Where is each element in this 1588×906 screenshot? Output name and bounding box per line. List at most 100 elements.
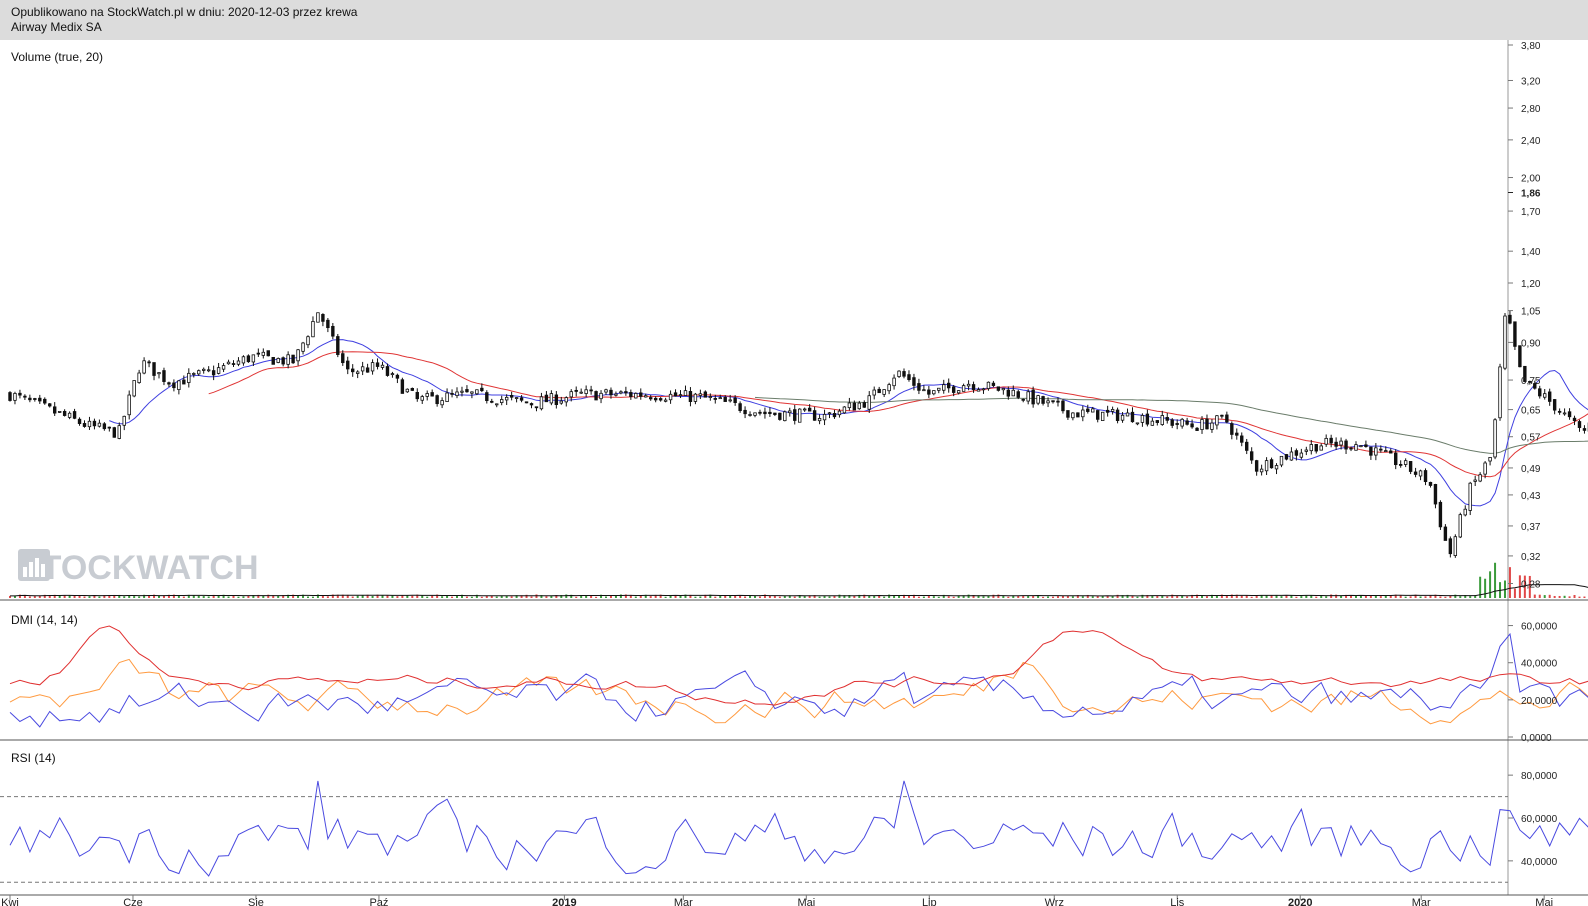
candle-body — [1538, 388, 1542, 397]
candle-body — [649, 397, 653, 400]
candle-body — [187, 372, 191, 383]
candle — [102, 422, 107, 431]
candle — [549, 390, 554, 406]
candle-body — [847, 402, 852, 409]
candle-body — [1264, 460, 1269, 472]
candle — [1493, 418, 1497, 460]
candle-body — [1120, 414, 1125, 421]
candle — [256, 348, 261, 357]
candle — [1359, 445, 1363, 448]
candle — [788, 407, 792, 417]
volume-bar — [1404, 596, 1407, 598]
candle-body — [1289, 451, 1294, 461]
candle-body — [1190, 423, 1194, 428]
volume-bar — [470, 596, 473, 598]
candle — [380, 361, 385, 370]
candle — [1110, 406, 1115, 415]
volume-bar — [1325, 596, 1328, 598]
volume-bar — [396, 596, 399, 598]
candle — [763, 407, 767, 419]
volume-bar — [1250, 596, 1253, 598]
volume-bar — [1116, 594, 1119, 598]
candle-body — [1389, 450, 1393, 454]
candle-body — [346, 360, 350, 370]
candle-body — [778, 412, 782, 420]
candle-body — [1180, 418, 1184, 427]
candle-body — [1543, 393, 1547, 398]
candle — [38, 394, 42, 404]
panel-frames — [0, 40, 1588, 896]
candle — [1135, 422, 1140, 426]
volume-bar — [868, 595, 871, 598]
volume-bar — [441, 596, 444, 598]
volume-bar — [426, 596, 429, 598]
candle-body — [857, 402, 862, 410]
candle-body — [355, 371, 360, 374]
candle-body — [236, 360, 241, 365]
candle-body — [1021, 398, 1025, 401]
candle-body — [609, 389, 613, 396]
candle-body — [1195, 427, 1199, 431]
candle-body — [400, 379, 405, 394]
volume-bar — [649, 596, 652, 598]
candle-body — [708, 396, 713, 398]
watermark-logo: STOCKWATCH — [18, 549, 259, 587]
candle-body — [1235, 432, 1239, 436]
candle — [445, 388, 449, 403]
candle-body — [1051, 400, 1055, 403]
ma-medium-line — [208, 351, 1588, 478]
candle — [827, 411, 832, 419]
candle-body — [872, 389, 876, 396]
volume-bar — [609, 595, 612, 598]
volume-bar — [421, 595, 424, 598]
candle — [1453, 534, 1458, 558]
volume-bar — [565, 594, 568, 598]
candle — [524, 401, 529, 404]
volume-bar — [744, 596, 747, 598]
candle-body — [331, 325, 335, 337]
candle — [1572, 415, 1577, 426]
candle — [629, 389, 633, 400]
dmi-tick-label: 60,0000 — [1521, 622, 1558, 633]
candle-body — [375, 362, 380, 367]
candle — [1463, 505, 1467, 517]
volume-bar — [311, 596, 314, 598]
candle-body — [1001, 388, 1006, 391]
candle — [639, 388, 643, 400]
volume-bar — [197, 595, 200, 598]
candle-body — [470, 391, 474, 394]
candle-body — [1294, 450, 1299, 456]
candle-body — [38, 397, 42, 402]
candle-body — [807, 407, 812, 412]
candle-body — [1155, 420, 1160, 423]
volume-bar — [1578, 596, 1581, 598]
candle-body — [678, 394, 683, 397]
candle-body — [897, 370, 901, 377]
candle-body — [72, 411, 77, 419]
candle-body — [852, 402, 857, 411]
candle — [683, 385, 688, 396]
volume-bar — [699, 596, 702, 598]
candle — [351, 364, 355, 377]
volume-bar — [768, 595, 771, 598]
candle — [495, 403, 499, 408]
candle — [1245, 438, 1249, 455]
candle-body — [480, 387, 484, 392]
dmi-tick-label: 40,0000 — [1521, 659, 1558, 670]
candle-body — [956, 390, 961, 394]
volume-bar — [1568, 596, 1571, 598]
candle-body — [738, 403, 742, 412]
candle-body — [1384, 450, 1388, 452]
candle — [961, 383, 966, 392]
candle-body — [48, 403, 52, 407]
candle — [192, 372, 196, 378]
candle — [172, 379, 176, 392]
volume-bar — [1156, 595, 1159, 598]
candle-body — [1334, 441, 1338, 447]
candle-body — [937, 387, 941, 391]
price-candles — [8, 310, 1588, 558]
candle-body — [1036, 395, 1040, 404]
candle-body — [624, 391, 628, 394]
volume-bar — [530, 596, 533, 598]
candle — [529, 402, 534, 409]
